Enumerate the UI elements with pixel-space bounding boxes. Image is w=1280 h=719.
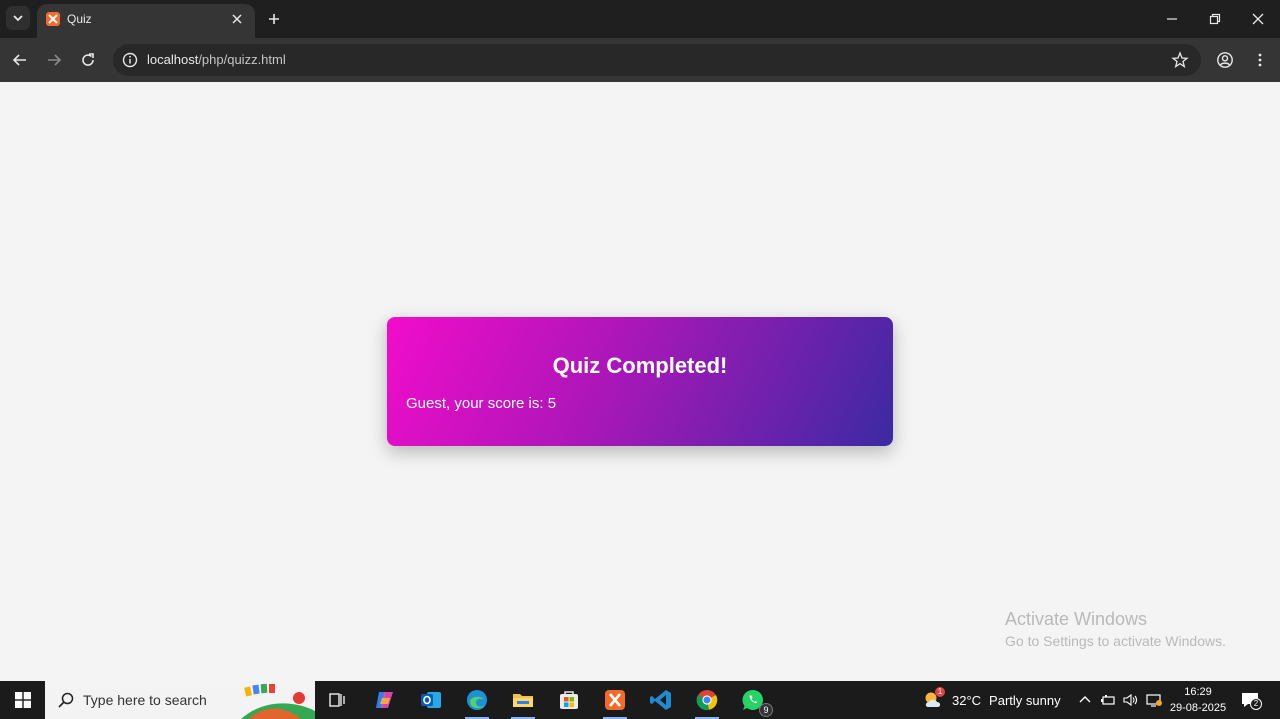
microsoft-store-button[interactable] xyxy=(555,686,583,714)
close-window-button[interactable] xyxy=(1247,8,1269,30)
taskbar: Type here to search 9 1 32°C Partly sunn… xyxy=(0,681,1280,719)
battery-button[interactable] xyxy=(1100,681,1116,719)
volume-button[interactable] xyxy=(1122,681,1138,719)
result-card: Quiz Completed! Guest, your score is: 5 xyxy=(387,317,893,446)
browser-window: Quiz localhost/php/quizz.html xyxy=(0,0,1280,82)
start-button[interactable] xyxy=(0,681,45,719)
taskbar-search[interactable]: Type here to search xyxy=(45,681,315,719)
speaker-icon xyxy=(1123,693,1138,707)
address-bar[interactable]: localhost/php/quizz.html xyxy=(113,44,1201,76)
chevron-up-icon xyxy=(1079,696,1091,703)
outlook-button[interactable] xyxy=(417,686,445,714)
xampp-icon xyxy=(605,690,625,710)
browser-menu-button[interactable] xyxy=(1248,48,1272,72)
arrow-left-icon xyxy=(12,54,26,66)
tab-strip: Quiz xyxy=(0,0,1280,38)
weather-alert-badge: 1 xyxy=(935,687,945,697)
minimize-button[interactable] xyxy=(1161,8,1183,30)
minimize-icon xyxy=(1167,18,1177,20)
chrome-button[interactable] xyxy=(693,686,721,719)
browser-toolbar: localhost/php/quizz.html xyxy=(0,38,1280,82)
clock-date: 29-08-2025 xyxy=(1169,702,1227,714)
edge-icon xyxy=(467,690,487,710)
tab-title: Quiz xyxy=(67,12,92,26)
forward-button[interactable] xyxy=(42,48,66,72)
profile-button[interactable] xyxy=(1213,48,1237,72)
weather-description: Partly sunny xyxy=(989,692,1061,708)
plus-icon xyxy=(269,14,279,24)
show-hidden-icons-button[interactable] xyxy=(1078,681,1092,719)
file-explorer-button[interactable] xyxy=(509,686,537,719)
folder-icon xyxy=(513,694,533,707)
network-button[interactable] xyxy=(1145,681,1163,719)
store-icon xyxy=(560,691,578,709)
url-path: /php/quizz.html xyxy=(198,52,286,67)
xampp-button[interactable] xyxy=(601,686,629,719)
close-tab-button[interactable] xyxy=(228,10,246,28)
taskbar-clock[interactable]: 16:29 29-08-2025 xyxy=(1168,684,1228,716)
copilot-button[interactable] xyxy=(371,686,399,714)
activate-windows-subtitle: Go to Settings to activate Windows. xyxy=(1005,633,1226,649)
close-icon xyxy=(1252,13,1264,25)
vscode-button[interactable] xyxy=(647,686,675,714)
copilot-icon xyxy=(376,692,393,708)
edge-button[interactable] xyxy=(463,686,491,719)
tab-quiz[interactable]: Quiz xyxy=(37,4,255,38)
chrome-icon xyxy=(696,690,718,711)
weather-widget[interactable]: 1 32°C Partly sunny xyxy=(922,681,1061,719)
back-button[interactable] xyxy=(8,48,32,72)
profile-icon xyxy=(1217,52,1233,68)
windows-logo-icon xyxy=(14,692,31,708)
page-viewport: Quiz Completed! Guest, your score is: 5 … xyxy=(0,82,1280,681)
notification-count: 2 xyxy=(1250,698,1262,710)
vscode-icon xyxy=(650,690,671,710)
reload-icon xyxy=(82,53,94,66)
search-highlight-illustration-icon xyxy=(241,683,315,719)
activate-windows-watermark: Activate Windows Go to Settings to activ… xyxy=(1005,609,1226,649)
search-icon xyxy=(58,692,74,708)
new-tab-button[interactable] xyxy=(263,8,285,30)
arrow-right-icon xyxy=(48,54,62,66)
whatsapp-button[interactable]: 9 xyxy=(739,686,773,717)
whatsapp-badge: 9 xyxy=(759,703,773,717)
result-heading: Quiz Completed! xyxy=(552,353,728,378)
activate-windows-title: Activate Windows xyxy=(1005,609,1148,629)
xampp-favicon-icon xyxy=(46,12,60,26)
clock-time: 16:29 xyxy=(1184,686,1212,698)
search-placeholder: Type here to search xyxy=(83,692,207,708)
tab-search-button[interactable] xyxy=(6,6,30,30)
reload-button[interactable] xyxy=(76,48,100,72)
weather-temperature: 32°C xyxy=(952,692,982,708)
url-host: localhost xyxy=(147,52,199,67)
score-text: Guest, your score is: 5 xyxy=(406,395,557,412)
restore-icon xyxy=(1209,13,1221,25)
network-icon xyxy=(1146,694,1162,707)
restore-button[interactable] xyxy=(1204,8,1226,30)
site-info-icon[interactable] xyxy=(121,51,139,69)
url-text[interactable]: localhost/php/quizz.html xyxy=(147,52,286,67)
close-icon xyxy=(232,14,242,24)
battery-icon xyxy=(1101,695,1115,705)
notification-center-button[interactable]: 2 xyxy=(1240,681,1262,719)
bookmark-star-icon[interactable] xyxy=(1171,51,1189,69)
more-vertical-icon xyxy=(1258,53,1262,67)
chevron-down-icon xyxy=(13,15,23,22)
outlook-icon xyxy=(421,692,441,708)
task-view-button[interactable] xyxy=(323,686,351,714)
task-view-icon xyxy=(329,693,345,707)
